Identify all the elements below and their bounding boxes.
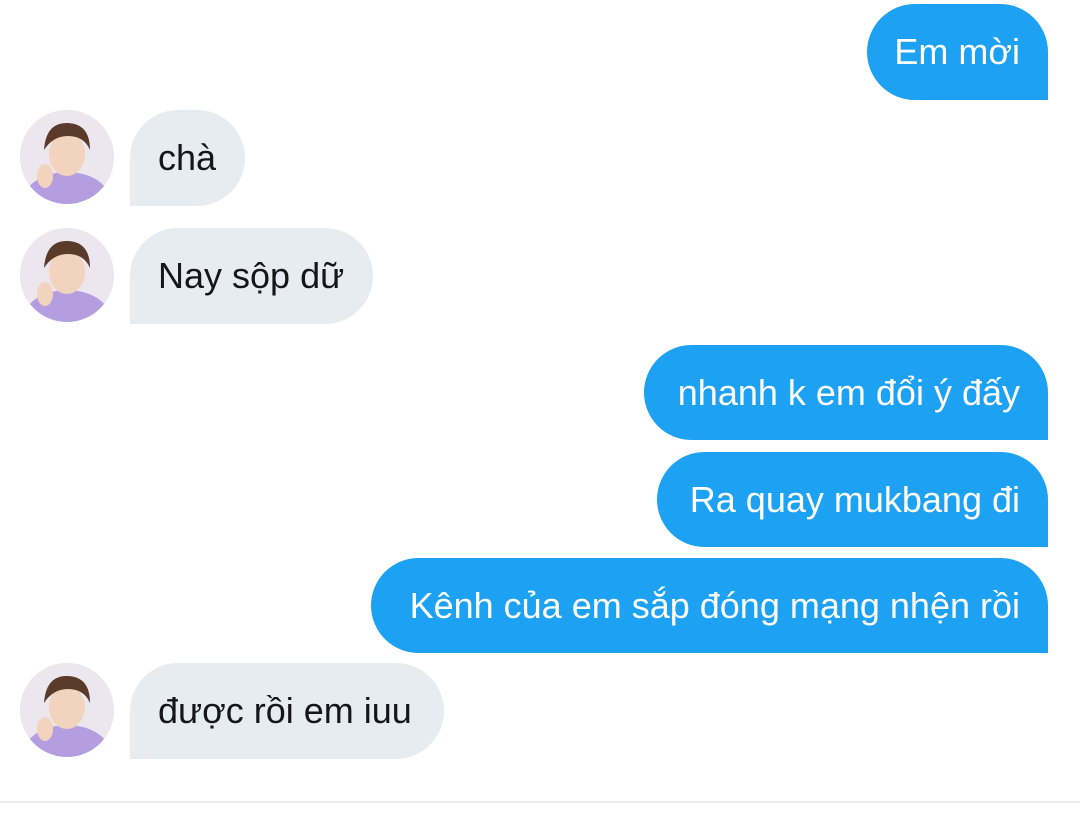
message-bubble-received[interactable]: chà [130,110,245,206]
message-text: Kênh của em sắp đóng mạng nhện rồi [409,584,1020,626]
message-text: nhanh k em đổi ý đấy [677,371,1020,413]
avatar-photo-icon [20,228,114,322]
message-bubble-received[interactable]: được rồi em iuu [130,663,444,759]
message-text: Ra quay mukbang đi [689,478,1020,520]
message-text: chà [158,137,217,178]
message-bubble-sent[interactable]: Em mời [867,4,1048,100]
message-bubble-received[interactable]: Nay sộp dữ [130,228,373,324]
contact-avatar[interactable] [20,228,114,322]
message-bubble-sent[interactable]: Ra quay mukbang đi [657,452,1048,547]
contact-avatar[interactable] [20,663,114,757]
avatar-photo-icon [20,663,114,757]
contact-avatar[interactable] [20,110,114,204]
message-bubble-sent[interactable]: Kênh của em sắp đóng mạng nhện rồi [371,558,1048,653]
message-text: Nay sộp dữ [158,255,345,296]
avatar-photo-icon [20,110,114,204]
message-text: được rồi em iuu [158,690,412,731]
composer-divider [0,801,1080,803]
message-thread: Em mời chà Nay sộp dữ nhanh k em đổi ý đ… [0,0,1080,832]
message-text: Em mời [894,31,1020,72]
message-bubble-sent[interactable]: nhanh k em đổi ý đấy [644,345,1048,440]
